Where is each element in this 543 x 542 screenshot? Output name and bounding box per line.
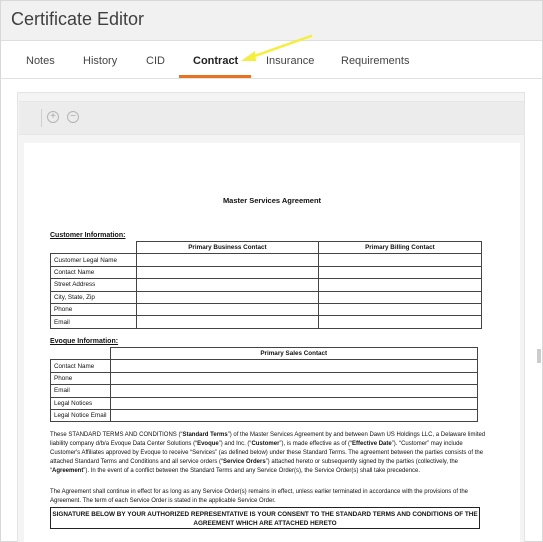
toolbar-divider bbox=[41, 109, 42, 127]
defined-term: Service Orders bbox=[222, 459, 266, 466]
row-label: Phone bbox=[50, 302, 137, 317]
table-cell bbox=[136, 315, 319, 329]
evoque-information-label: Evoque Information: bbox=[50, 338, 119, 345]
table-corner bbox=[50, 241, 137, 255]
table-cell bbox=[317, 278, 483, 292]
table-cell bbox=[109, 384, 478, 398]
table-row: Phone bbox=[50, 302, 483, 317]
zoom-in-icon[interactable]: + bbox=[47, 111, 59, 123]
document-title: Master Services Agreement bbox=[222, 196, 322, 205]
column-header: Primary Billing Contact bbox=[317, 240, 483, 255]
tab-notes[interactable]: Notes bbox=[26, 55, 55, 67]
signature-notice-box: SIGNATURE BELOW BY YOUR AUTHORIZED REPRE… bbox=[50, 507, 480, 529]
table-cell bbox=[317, 315, 483, 329]
table-row: Email bbox=[50, 315, 483, 329]
table-cell bbox=[136, 265, 319, 280]
table-cell bbox=[317, 302, 483, 317]
document-viewer[interactable]: + − Master Services Agreement Customer I… bbox=[17, 92, 525, 542]
table-cell bbox=[109, 408, 478, 423]
agreement-paragraph-1: These STANDARD TERMS AND CONDITIONS (“St… bbox=[50, 431, 486, 476]
table-cell bbox=[136, 302, 319, 317]
tab-cid[interactable]: CID bbox=[146, 55, 165, 67]
table-cell bbox=[317, 290, 483, 304]
defined-term: Standard Terms bbox=[182, 432, 228, 438]
table-row: Contact Name bbox=[50, 265, 483, 280]
paragraph-text: ”), is made effective as of (“ bbox=[279, 441, 353, 448]
viewer-toolbar: + − bbox=[19, 101, 524, 135]
certificate-editor-window: Certificate Editor Notes History CID Con… bbox=[0, 0, 543, 542]
tab-requirements[interactable]: Requirements bbox=[341, 55, 409, 67]
row-label: Email bbox=[50, 315, 137, 329]
row-label: Contact Name bbox=[50, 359, 111, 373]
table-corner bbox=[50, 347, 111, 361]
table-cell bbox=[136, 253, 319, 267]
table-row: Contact Name bbox=[50, 359, 478, 373]
defined-term: Effective Date bbox=[352, 441, 392, 448]
table-cell bbox=[109, 371, 478, 386]
paragraph-text: ”) and Inc. (“ bbox=[218, 441, 252, 448]
table-cell bbox=[317, 265, 483, 280]
table-row: Legal Notice Email bbox=[50, 408, 478, 423]
column-header: Primary Business Contact bbox=[136, 240, 319, 255]
table-row: Legal Notices bbox=[50, 396, 478, 410]
evoque-information-table: Primary Sales Contact Contact Name Phone… bbox=[50, 346, 478, 423]
table-row: Email bbox=[50, 384, 478, 398]
row-label: Email bbox=[50, 384, 111, 398]
row-label: Customer Legal Name bbox=[50, 253, 137, 267]
row-label: Phone bbox=[50, 371, 111, 386]
zoom-out-icon[interactable]: − bbox=[67, 111, 79, 123]
table-cell bbox=[109, 359, 478, 373]
table-cell bbox=[109, 396, 478, 410]
annotation-arrow-icon bbox=[241, 34, 313, 61]
tab-contract[interactable]: Contract bbox=[193, 55, 238, 67]
customer-information-label: Customer Information: bbox=[50, 232, 126, 239]
table-cell bbox=[317, 253, 483, 267]
paragraph-text: These STANDARD TERMS AND CONDITIONS (“ bbox=[50, 432, 183, 438]
table-row: Phone bbox=[50, 371, 478, 386]
paragraph-text: ”). In the event of a conflict between t… bbox=[83, 468, 421, 475]
column-header: Primary Sales Contact bbox=[109, 346, 478, 361]
defined-term: Agreement bbox=[52, 468, 84, 475]
row-label: City, State, Zip bbox=[50, 290, 137, 304]
table-row: City, State, Zip bbox=[50, 290, 483, 304]
row-label: Street Address bbox=[50, 278, 137, 292]
row-label: Legal Notices bbox=[50, 396, 111, 410]
defined-term: Customer bbox=[251, 441, 280, 448]
active-tab-indicator bbox=[179, 75, 251, 78]
document-page: Master Services Agreement Customer Infor… bbox=[24, 143, 520, 542]
defined-term: Evoque bbox=[197, 441, 219, 448]
table-row: Customer Legal Name bbox=[50, 253, 483, 267]
row-label: Contact Name bbox=[50, 265, 137, 280]
table-cell bbox=[136, 278, 319, 292]
table-cell bbox=[136, 290, 319, 304]
customer-information-table: Primary Business Contact Primary Billing… bbox=[50, 240, 483, 329]
window-title: Certificate Editor bbox=[11, 9, 145, 29]
agreement-paragraph-2: The Agreement shall continue in effect f… bbox=[50, 489, 468, 505]
tab-history[interactable]: History bbox=[83, 55, 117, 67]
row-label: Legal Notice Email bbox=[50, 408, 111, 423]
table-row: Street Address bbox=[50, 278, 483, 292]
resize-grip-icon[interactable] bbox=[537, 349, 541, 363]
